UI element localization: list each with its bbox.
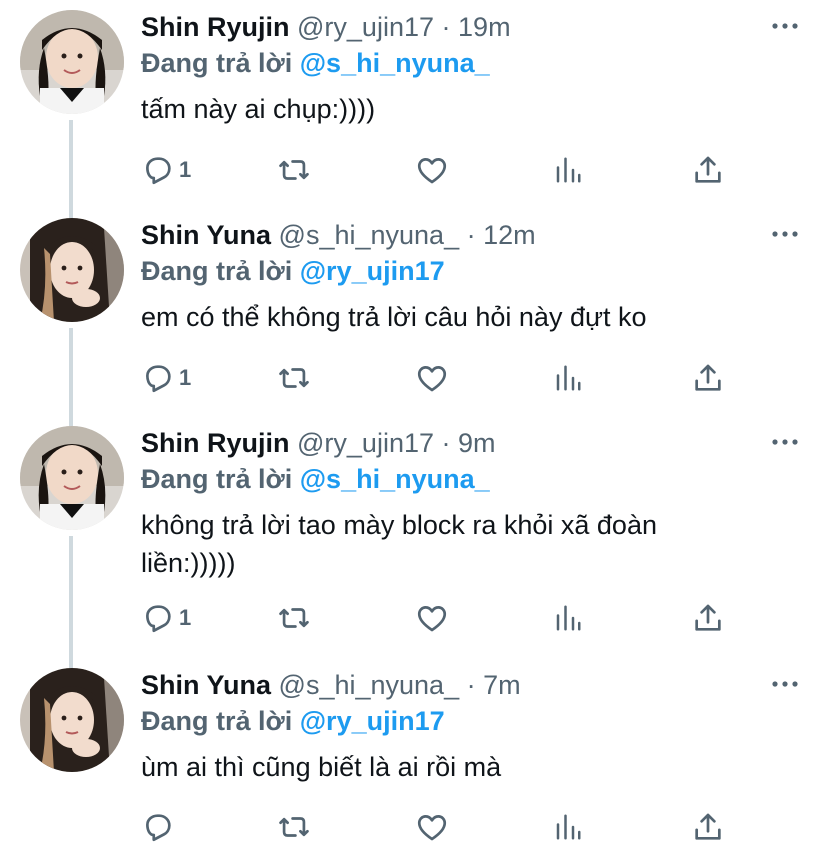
replying-to: Đang trả lời @s_hi_nyuna_ <box>141 462 808 496</box>
reply-count: 1 <box>179 157 192 182</box>
timestamp[interactable]: 7m <box>483 670 521 700</box>
reply-count: 1 <box>179 605 192 630</box>
tweet[interactable]: Shin Yuna @s_hi_nyuna_ · 7m Đang trả lời… <box>0 668 828 857</box>
like-button[interactable] <box>415 598 449 638</box>
reply-icon <box>146 814 171 842</box>
avatar-ryujin[interactable] <box>20 426 124 530</box>
analytics-icon <box>556 605 581 631</box>
tweet-text: không trả lời tao mày block ra khỏi xã đ… <box>141 510 657 578</box>
share-button[interactable] <box>691 150 725 190</box>
retweet-button[interactable] <box>276 807 312 847</box>
tweet-thread: Shin Ryujin @ry_ujin17 · 19m Đang trả lờ… <box>0 0 828 857</box>
avatar-yuna[interactable] <box>20 218 124 322</box>
reply-button[interactable]: 1 <box>141 358 191 398</box>
retweet-icon <box>279 817 309 837</box>
share-icon <box>695 813 721 840</box>
analytics-button[interactable] <box>553 598 583 638</box>
avatar-yuna[interactable] <box>20 668 124 772</box>
user-handle[interactable]: @s_hi_nyuna_ <box>279 670 460 700</box>
timestamp[interactable]: 9m <box>458 428 496 458</box>
tweet[interactable]: Shin Ryujin @ry_ujin17 · 19m Đang trả lờ… <box>0 10 828 210</box>
reply-icon <box>146 365 171 393</box>
tweet-actions: 1 <box>141 598 741 638</box>
separator-dot: · <box>466 220 476 250</box>
tweet-text: tấm này ai chụp:)))) <box>141 94 376 124</box>
analytics-button[interactable] <box>553 150 583 190</box>
tweet[interactable]: Shin Ryujin @ry_ujin17 · 9m Đang trả lời… <box>0 426 828 656</box>
analytics-icon <box>556 157 581 183</box>
mention-link[interactable]: @ry_ujin17 <box>300 256 445 286</box>
tweet[interactable]: Shin Yuna @s_hi_nyuna_ · 12m Đang trả lờ… <box>0 218 828 418</box>
like-icon <box>417 815 447 841</box>
like-icon <box>417 366 447 392</box>
timestamp[interactable]: 12m <box>483 220 536 250</box>
retweet-icon <box>279 160 309 180</box>
timestamp[interactable]: 19m <box>458 12 511 42</box>
share-button[interactable] <box>691 358 725 398</box>
replying-to: Đang trả lời @s_hi_nyuna_ <box>141 46 808 80</box>
reply-count: 1 <box>179 365 192 390</box>
reply-button[interactable]: 1 <box>141 598 191 638</box>
reply-button[interactable]: 1 <box>141 150 191 190</box>
retweet-icon <box>279 608 309 628</box>
tweet-header: Shin Ryujin @ry_ujin17 · 9m <box>141 426 808 460</box>
display-name[interactable]: Shin Yuna <box>141 220 271 250</box>
user-handle[interactable]: @s_hi_nyuna_ <box>279 220 460 250</box>
share-button[interactable] <box>691 807 725 847</box>
retweet-button[interactable] <box>276 150 312 190</box>
tweet-header: Shin Ryujin @ry_ujin17 · 19m <box>141 10 808 44</box>
more-options-icon[interactable] <box>770 674 800 694</box>
retweet-button[interactable] <box>276 358 312 398</box>
separator-dot: · <box>441 12 451 42</box>
reply-icon <box>146 605 171 633</box>
display-name[interactable]: Shin Yuna <box>141 670 271 700</box>
share-icon <box>695 156 721 183</box>
more-options-icon[interactable] <box>770 432 800 452</box>
analytics-button[interactable] <box>553 807 583 847</box>
mention-link[interactable]: @s_hi_nyuna_ <box>300 48 490 78</box>
separator-dot: · <box>466 670 476 700</box>
like-button[interactable] <box>415 358 449 398</box>
tweet-text: ùm ai thì cũng biết là ai rồi mà <box>141 752 502 782</box>
separator-dot: · <box>441 428 451 458</box>
replying-to-label: Đang trả lời <box>141 706 293 736</box>
more-options-icon[interactable] <box>770 16 800 36</box>
analytics-button[interactable] <box>553 358 583 398</box>
reply-icon <box>146 157 171 185</box>
like-icon <box>417 606 447 632</box>
tweet-actions <box>141 807 741 847</box>
user-handle[interactable]: @ry_ujin17 <box>297 428 434 458</box>
share-icon <box>695 604 721 631</box>
analytics-icon <box>556 365 581 391</box>
more-options-icon[interactable] <box>770 224 800 244</box>
tweet-header: Shin Yuna @s_hi_nyuna_ · 7m <box>141 668 808 702</box>
mention-link[interactable]: @ry_ujin17 <box>300 706 445 736</box>
display-name[interactable]: Shin Ryujin <box>141 12 290 42</box>
user-handle[interactable]: @ry_ujin17 <box>297 12 434 42</box>
share-icon <box>695 364 721 391</box>
display-name[interactable]: Shin Ryujin <box>141 428 290 458</box>
mention-link[interactable]: @s_hi_nyuna_ <box>300 464 490 494</box>
avatar-ryujin[interactable] <box>20 10 124 114</box>
replying-to: Đang trả lời @ry_ujin17 <box>141 704 808 738</box>
like-button[interactable] <box>415 150 449 190</box>
tweet-text: em có thể không trả lời câu hỏi này đựt … <box>141 302 647 332</box>
retweet-icon <box>279 368 309 388</box>
retweet-button[interactable] <box>276 598 312 638</box>
share-button[interactable] <box>691 598 725 638</box>
reply-button[interactable] <box>141 807 179 847</box>
like-button[interactable] <box>415 807 449 847</box>
replying-to-label: Đang trả lời <box>141 464 293 494</box>
like-icon <box>417 158 447 184</box>
replying-to: Đang trả lời @ry_ujin17 <box>141 254 808 288</box>
tweet-actions: 1 <box>141 150 741 190</box>
tweet-actions: 1 <box>141 358 741 398</box>
replying-to-label: Đang trả lời <box>141 256 293 286</box>
tweet-header: Shin Yuna @s_hi_nyuna_ · 12m <box>141 218 808 252</box>
analytics-icon <box>556 814 581 840</box>
replying-to-label: Đang trả lời <box>141 48 293 78</box>
